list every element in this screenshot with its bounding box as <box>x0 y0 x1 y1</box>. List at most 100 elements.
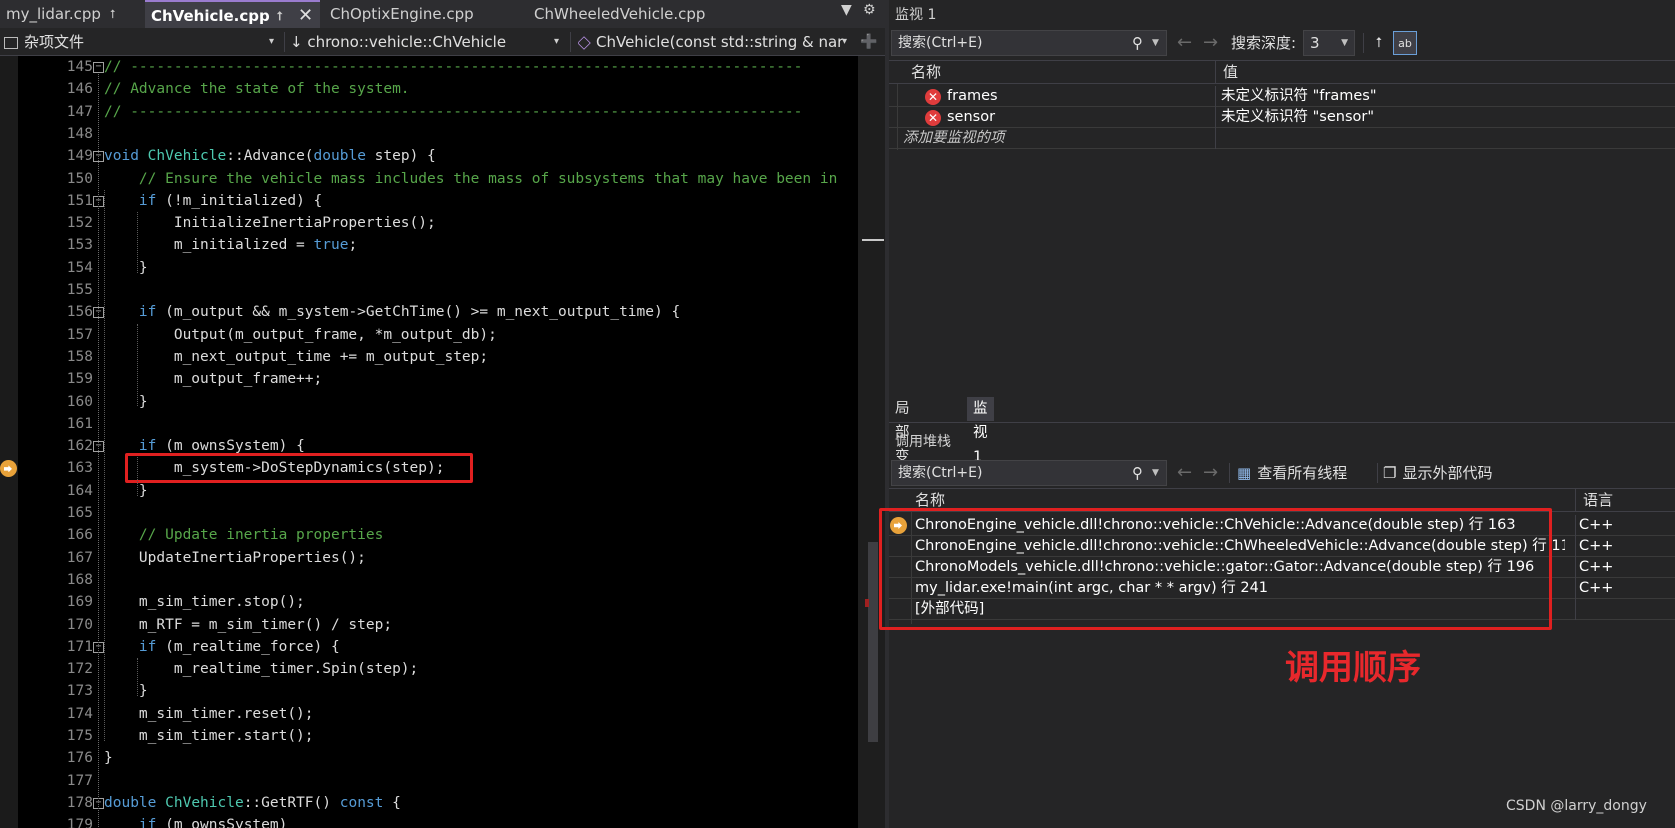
method-icon <box>578 35 591 50</box>
code-token: if <box>104 638 157 655</box>
tab-label: ChVehicle.cpp <box>151 7 270 25</box>
back-arrow-icon[interactable]: ← <box>1177 460 1192 486</box>
pin-icon[interactable]: ⭡ <box>110 0 116 28</box>
code-token: ; <box>348 237 358 254</box>
code-line: m_sim_timer.start(); <box>104 725 314 747</box>
code-token: if <box>104 304 157 321</box>
code-token: (m_ownsSystem) <box>156 817 288 828</box>
code-token: } <box>104 750 113 767</box>
view-all-threads-button[interactable]: ▦ 查看所有线程 <box>1237 460 1347 486</box>
watch-search-input[interactable]: 搜索(Ctrl+E) ⚲ ▼ <box>891 30 1167 56</box>
collapse-icon[interactable]: − <box>93 62 104 73</box>
callstack-search-input[interactable]: 搜索(Ctrl+E) ⚲ ▼ <box>891 460 1167 486</box>
column-divider[interactable] <box>1575 489 1576 511</box>
show-external-code-button[interactable]: ❐ 显示外部代码 <box>1383 460 1492 486</box>
column-header-name[interactable]: 名称 <box>905 61 941 83</box>
tab-choptixengine[interactable]: ChOptixEngine.cpp <box>324 0 524 28</box>
tab-label: ChWheeledVehicle.cpp <box>534 5 706 23</box>
line-number: 166 <box>66 527 93 544</box>
column-header-value[interactable]: 值 <box>1217 61 1238 83</box>
code-token: if <box>104 192 157 209</box>
code-token: double <box>104 794 157 811</box>
code-token: InitializeInertiaProperties(); <box>104 215 436 232</box>
line-number: 170 <box>66 616 93 633</box>
chevron-down-icon[interactable]: ▼ <box>1152 461 1159 485</box>
column-divider[interactable] <box>1215 61 1216 83</box>
watch-row[interactable]: ✕ frames 未定义标识符 "frames" <box>889 86 1675 107</box>
tab-chvehicle[interactable]: ChVehicle.cpp ⭡ ✕ <box>145 0 320 28</box>
split-view-icon[interactable]: ➕ <box>860 28 880 56</box>
tab-my-lidar[interactable]: my_lidar.cpp ⭡ <box>0 0 140 28</box>
line-number: 146 <box>66 81 93 98</box>
code-token: } <box>104 683 148 700</box>
code-line: m_initialized = true; <box>104 234 357 256</box>
tab-chwheeledvehicle[interactable]: ChWheeledVehicle.cpp <box>528 0 758 28</box>
code-token: (!m_initialized) { <box>156 192 323 209</box>
watch-row[interactable]: ✕ sensor 未定义标识符 "sensor" <box>889 107 1675 128</box>
debug-panels: 监视 1 搜索(Ctrl+E) ⚲ ▼ ← → 搜索深度: 3 ▼ ⭡ ab 名… <box>879 0 1675 828</box>
back-arrow-icon[interactable]: ← <box>1177 30 1192 56</box>
search-icon: ⚲ <box>1132 464 1143 482</box>
code-token: m_RTF = m_sim_timer() / step; <box>104 616 393 633</box>
forward-arrow-icon[interactable]: → <box>1203 460 1218 486</box>
line-number: 149 <box>66 148 93 165</box>
chevron-down-icon: ▾ <box>554 36 560 47</box>
project-dropdown[interactable]: 杂项文件 ▾ <box>4 28 280 56</box>
chevron-down-icon[interactable]: ▼ <box>1152 31 1159 55</box>
code-token: // -------------------------------------… <box>104 103 803 120</box>
column-header-language[interactable]: 语言 <box>1577 489 1613 511</box>
gear-icon[interactable]: ⚙ <box>863 2 876 18</box>
line-number: 161 <box>66 415 93 432</box>
call-order-annotation: 调用顺序 <box>1285 648 1421 688</box>
watch-panel-title: 监视 1 <box>895 7 937 23</box>
pin-icon[interactable]: ⭡ <box>277 2 283 30</box>
line-number: 178 <box>66 794 93 811</box>
add-watch-row[interactable]: 添加要监视的项 <box>889 128 1675 149</box>
code-token: (m_ownsSystem) { <box>156 438 305 455</box>
external-code-icon: ❐ <box>1383 464 1397 482</box>
code-token: if <box>104 438 157 455</box>
watch-item-name[interactable]: sensor <box>947 107 1207 128</box>
line-number: 167 <box>66 549 93 566</box>
line-number: 155 <box>66 282 93 298</box>
line-number: 152 <box>66 215 93 232</box>
search-icon: ⚲ <box>1132 34 1143 52</box>
tab-locals[interactable]: 局部变量 <box>889 397 916 489</box>
hex-display-icon[interactable]: ab <box>1393 31 1417 55</box>
indent-guide <box>137 658 138 697</box>
watch-item-name[interactable]: frames <box>947 86 1207 107</box>
code-token: true <box>313 237 349 254</box>
pin-icon[interactable]: ⭡ <box>1369 31 1389 55</box>
tab-overflow-icon[interactable]: ▼ <box>841 2 852 18</box>
error-marker <box>865 599 869 607</box>
file-icon <box>4 36 18 49</box>
tab-watch-1[interactable]: 监视 1 <box>967 397 994 465</box>
code-token: m_realtime_timer.Spin(step); <box>104 661 419 678</box>
code-token: // Update inertia properties <box>104 527 384 544</box>
scroll-thumb[interactable] <box>862 239 884 241</box>
navigation-bar: 杂项文件 ▾ ↓ chrono::vehicle::ChVehicle ▾ Ch… <box>0 28 885 56</box>
code-line: m_realtime_timer.Spin(step); <box>104 658 418 680</box>
frame-language: C++ <box>1579 580 1614 596</box>
code-token: m_sim_timer.stop(); <box>104 594 305 611</box>
line-number: 157 <box>66 326 93 343</box>
code-token: } <box>104 393 148 410</box>
watch-grid-header: 名称 值 <box>889 60 1675 84</box>
row-indent-line <box>897 84 898 150</box>
column-divider <box>1575 578 1576 599</box>
error-icon: ✕ <box>925 110 941 126</box>
column-divider <box>1575 557 1576 578</box>
code-line: Output(m_output_frame, *m_output_db); <box>104 324 497 346</box>
code-area[interactable]: 145 146 147 148 149 150 151 152 153 154 155 156 157 1… <box>0 56 858 828</box>
code-line: InitializeInertiaProperties(); <box>104 212 436 234</box>
code-line: } <box>104 391 148 413</box>
breakpoint-margin[interactable] <box>0 56 18 828</box>
member-dropdown[interactable]: ChVehicle(const std::string & nar ▾ <box>578 28 854 56</box>
forward-arrow-icon[interactable]: → <box>1203 30 1218 56</box>
code-line: m_next_output_time += m_output_step; <box>104 346 488 368</box>
line-number: 177 <box>66 772 93 789</box>
editor-scrollbar[interactable] <box>858 56 885 828</box>
search-depth-select[interactable]: 3 ▼ <box>1303 30 1355 56</box>
scope-dropdown[interactable]: ↓ chrono::vehicle::ChVehicle ▾ <box>290 28 566 56</box>
close-icon[interactable]: ✕ <box>298 2 313 30</box>
